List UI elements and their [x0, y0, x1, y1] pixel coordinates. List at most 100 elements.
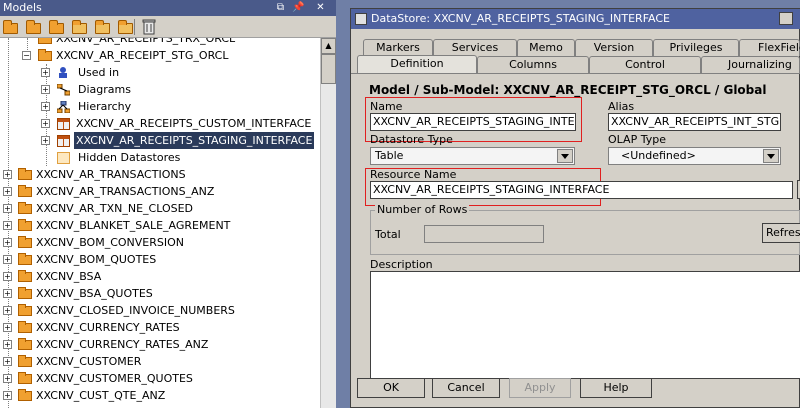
- expand-icon[interactable]: +: [3, 187, 12, 196]
- tree-node[interactable]: + XXCNV_CLOSED_INVOICE_NUMBERS: [0, 302, 320, 319]
- expand-icon[interactable]: +: [3, 391, 12, 400]
- tree-node[interactable]: + Diagrams: [0, 81, 320, 98]
- tab-definition[interactable]: Definition: [357, 55, 477, 74]
- chevron-down-icon[interactable]: [557, 149, 573, 163]
- expand-icon[interactable]: +: [41, 102, 50, 111]
- folder-icon: [18, 389, 32, 401]
- folder-icon: [18, 219, 32, 231]
- expand-icon[interactable]: +: [3, 323, 12, 332]
- screen: Models ⧉ 📌 ✕ XXCNV_AR_RECEIPTS_TRX_ORCL …: [0, 0, 800, 408]
- tree-node[interactable]: + XXCNV_AR_TRANSACTIONS_ANZ: [0, 183, 320, 200]
- insert-reference-button[interactable]: [117, 19, 135, 35]
- window-title: DataStore: XXCNV_AR_RECEIPTS_STAGING_INT…: [371, 12, 670, 25]
- tab-control[interactable]: Control: [589, 56, 701, 73]
- close-icon[interactable]: ✕: [314, 1, 327, 14]
- apply-button[interactable]: Apply: [509, 378, 571, 398]
- alias-field[interactable]: XXCNV_AR_RECEIPTS_INT_STG: [608, 113, 781, 131]
- tree-node-label: XXCNV_CUSTOMER: [36, 355, 142, 368]
- tree-node-label: XXCNV_BSA_QUOTES: [36, 287, 153, 300]
- name-field[interactable]: XXCNV_AR_RECEIPTS_STAGING_INTERFACE: [370, 113, 576, 131]
- tree-node-label: XXCNV_CLOSED_INVOICE_NUMBERS: [36, 304, 235, 317]
- tree-node[interactable]: + XXCNV_CURRENCY_RATES_ANZ: [0, 336, 320, 353]
- scroll-thumb[interactable]: [321, 54, 336, 84]
- expand-icon[interactable]: +: [41, 136, 50, 145]
- expand-icon[interactable]: +: [3, 221, 12, 230]
- insert-condition-button[interactable]: [94, 19, 112, 35]
- tree-node[interactable]: + XXCNV_CUST_QTE_ANZ: [0, 387, 320, 404]
- refresh-button[interactable]: Refresh: [762, 223, 800, 243]
- tree-node-label: Hierarchy: [78, 100, 132, 113]
- help-button[interactable]: Help: [580, 378, 652, 398]
- tree-node[interactable]: Hidden Datastores: [0, 149, 320, 166]
- tab-journalizing[interactable]: Journalizing: [701, 56, 800, 73]
- tree-node[interactable]: + XXCNV_BLANKET_SALE_AGREMENT: [0, 217, 320, 234]
- expand-icon[interactable]: +: [3, 306, 12, 315]
- tree-node[interactable]: + Hierarchy: [0, 98, 320, 115]
- tab-divider: [351, 73, 800, 74]
- tree-node[interactable]: + XXCNV_CURRENCY_RATES: [0, 319, 320, 336]
- description-textarea[interactable]: [370, 271, 800, 379]
- tree-node[interactable]: + XXCNV_AR_TRANSACTIONS: [0, 166, 320, 183]
- tab-markers[interactable]: Markers: [363, 39, 433, 56]
- expand-icon[interactable]: +: [3, 255, 12, 264]
- resource-name-field[interactable]: XXCNV_AR_RECEIPTS_STAGING_INTERFACE: [370, 181, 793, 199]
- tree-node-expanded[interactable]: − XXCNV_AR_RECEIPT_STG_ORCL: [0, 47, 320, 64]
- olap-type-select[interactable]: <Undefined>: [608, 147, 781, 165]
- expand-icon[interactable]: +: [41, 119, 50, 128]
- expand-icon[interactable]: +: [3, 340, 12, 349]
- expand-icon[interactable]: +: [3, 170, 12, 179]
- tree-node[interactable]: + XXCNV_CUSTOMER: [0, 353, 320, 370]
- tree-node[interactable]: + XXCNV_AR_RECEIPTS_CUSTOM_INTERFACE: [0, 115, 320, 132]
- table-folder-icon: [95, 20, 110, 34]
- tree-node[interactable]: XXCNV_AR_RECEIPTS_TRX_ORCL: [0, 38, 320, 47]
- tab-columns[interactable]: Columns: [477, 56, 589, 73]
- tab-flexfields[interactable]: FlexFields: [739, 39, 800, 56]
- insert-model-button[interactable]: [25, 19, 43, 35]
- pin-icon[interactable]: 📌: [292, 1, 305, 14]
- minimize-button[interactable]: [779, 12, 793, 25]
- folder-icon: [18, 236, 32, 248]
- insert-datastore-button[interactable]: [71, 19, 89, 35]
- cancel-button[interactable]: Cancel: [432, 378, 500, 398]
- ok-button[interactable]: OK: [357, 378, 425, 398]
- folder-icon: [18, 355, 32, 367]
- tab-services[interactable]: Services: [433, 39, 517, 56]
- tree-node[interactable]: + XXCNV_BOM_CONVERSION: [0, 234, 320, 251]
- hierarchy-icon: [57, 101, 70, 113]
- expand-icon[interactable]: +: [3, 272, 12, 281]
- tree-node[interactable]: + XXCNV_BSA: [0, 268, 320, 285]
- tab-memo[interactable]: Memo: [517, 39, 575, 56]
- tree-node[interactable]: + Used in: [0, 64, 320, 81]
- scroll-up-icon[interactable]: ▲: [321, 38, 336, 54]
- tree-scrollbar[interactable]: ▲: [320, 38, 336, 408]
- datastore-type-select[interactable]: Table: [370, 147, 575, 165]
- folder-icon: [18, 270, 32, 282]
- expand-icon[interactable]: +: [3, 374, 12, 383]
- tree-node-label: XXCNV_BOM_QUOTES: [36, 253, 157, 266]
- olap-type-label: OLAP Type: [608, 133, 666, 146]
- insert-submodel-button[interactable]: [48, 19, 66, 35]
- tree-node-label: XXCNV_CUST_QTE_ANZ: [36, 389, 166, 402]
- expand-icon[interactable]: +: [41, 68, 50, 77]
- tab-privileges[interactable]: Privileges: [653, 39, 739, 56]
- tree-node-selected[interactable]: + XXCNV_AR_RECEIPTS_STAGING_INTERFACE: [0, 132, 320, 149]
- expand-icon[interactable]: +: [3, 204, 12, 213]
- tree-node[interactable]: + XXCNV_BOM_QUOTES: [0, 251, 320, 268]
- hidden-datastores-icon: [57, 152, 70, 164]
- name-label: Name: [370, 100, 403, 113]
- tree-node[interactable]: + XXCNV_CUSTOMER_QUOTES: [0, 370, 320, 387]
- expand-icon[interactable]: +: [41, 85, 50, 94]
- expand-icon[interactable]: +: [3, 289, 12, 298]
- delete-button[interactable]: [142, 19, 160, 35]
- restore-icon[interactable]: ⧉: [274, 1, 287, 14]
- tree-node[interactable]: + XXCNV_AR_TXN_NE_CLOSED: [0, 200, 320, 217]
- collapse-icon[interactable]: −: [22, 51, 31, 60]
- chevron-down-icon[interactable]: [763, 149, 779, 163]
- folder-icon: [38, 38, 52, 44]
- expand-icon[interactable]: +: [3, 238, 12, 247]
- tree-node[interactable]: + XXCNV_BSA_QUOTES: [0, 285, 320, 302]
- expand-icon[interactable]: +: [3, 357, 12, 366]
- used-in-icon: [59, 67, 67, 78]
- tab-version[interactable]: Version: [575, 39, 653, 56]
- insert-model-folder-button[interactable]: [2, 19, 20, 35]
